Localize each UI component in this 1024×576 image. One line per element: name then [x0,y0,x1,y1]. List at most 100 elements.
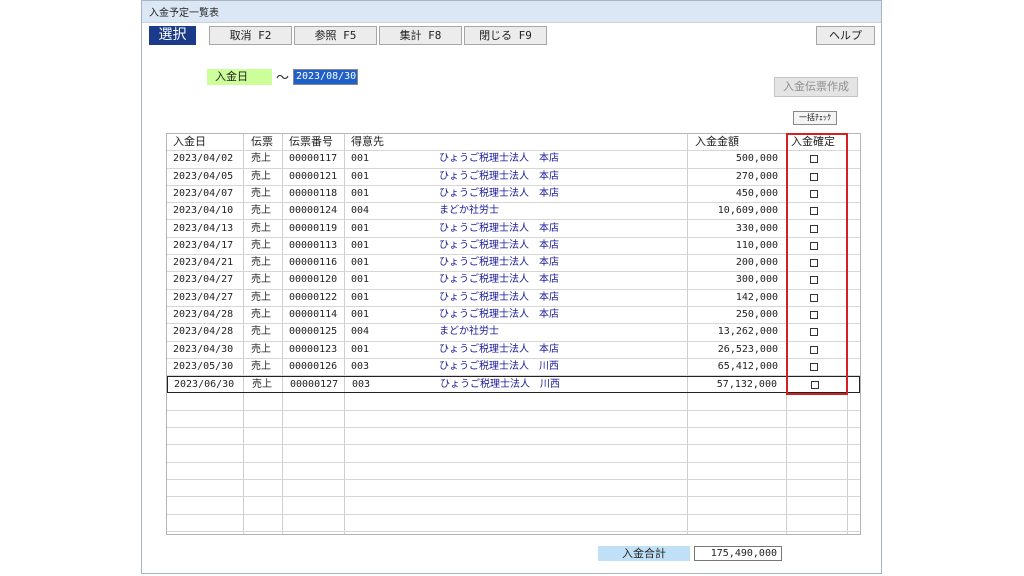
cell-client-code: 001 [351,187,370,199]
empty-table-row [167,480,860,498]
cell-slip-number: 00000121 [289,170,338,182]
cell-client-name: ひょうご税理士法人 本店 [439,291,559,303]
cell-amount: 110,000 [735,239,778,251]
header-amount: 入金金額 [695,135,739,148]
table-row[interactable]: 2023/04/13 売上 00000119 001 ひょうご税理士法人 本店 330,0… [167,221,860,238]
table-row[interactable]: 2023/04/02 売上 00000117 001 ひょうご税理士法人 本店 500,0… [167,151,860,169]
payment-total-label: 入金合計 [598,546,690,561]
cell-client-name: まどか社労士 [439,205,499,217]
cell-slip-type: 売上 [251,205,271,217]
table-row[interactable]: 2023/04/27 売上 00000122 001 ひょうご税理士法人 本店 142,0… [167,290,860,307]
empty-table-row [167,394,860,411]
cell-client-name: ひょうご税理士法人 本店 [439,222,559,234]
cell-slip-number: 00000125 [289,326,338,338]
cell-client-code: 001 [351,291,370,303]
cell-slip-number: 00000119 [289,222,338,234]
cell-client-code: 003 [351,360,370,372]
table-row[interactable]: 2023/04/30 売上 00000123 001 ひょうご税理士法人 本店 26,52… [167,342,860,359]
cell-client-name: ひょうご税理士法人 本店 [439,153,559,165]
cell-client-code: 001 [351,309,370,320]
title-bar: 入金予定一覧表 [142,1,881,23]
cell-payment-date: 2023/04/28 [173,309,234,320]
table-row[interactable]: 2023/05/30 売上 00000126 003 ひょうご税理士法人 川西 65,41… [167,359,860,377]
cell-slip-type: 売上 [251,309,271,320]
cell-amount: 26,523,000 [717,343,778,355]
cell-payment-date: 2023/04/17 [173,239,234,251]
empty-table-row [167,411,860,429]
cell-slip-type: 売上 [251,187,271,199]
payment-total-value: 175,490,000 [694,546,782,561]
header-client: 得意先 [351,135,384,148]
reference-f5-button[interactable]: 参照 F5 [294,26,377,45]
cancel-f2-button[interactable]: 取消 F2 [209,26,292,45]
cell-client-name: ひょうご税理士法人 本店 [439,274,559,286]
cell-payment-date: 2023/04/07 [173,187,234,199]
cell-amount: 142,000 [735,291,778,303]
window-title: 入金予定一覧表 [149,8,219,19]
cell-payment-date: 2023/04/21 [173,257,234,269]
date-range-separator: ～ [276,71,290,86]
table-row[interactable]: 2023/04/05 売上 00000121 001 ひょうご税理士法人 本店 270,0… [167,169,860,186]
payment-schedule-table: 入金日 伝票 伝票番号 得意先 入金金額 入金確定 2023/04/02 売上 00… [166,133,861,535]
table-row[interactable]: 2023/04/21 売上 00000116 001 ひょうご税理士法人 本店 200,0… [167,255,860,273]
cell-client-code: 003 [352,379,371,391]
cell-client-name: ひょうご税理士法人 川西 [439,360,559,372]
cell-payment-date: 2023/04/05 [173,170,234,182]
cell-slip-number: 00000124 [289,205,338,217]
cell-slip-type: 売上 [251,153,271,165]
cell-slip-type: 売上 [251,170,271,182]
cell-amount: 450,000 [735,187,778,199]
cell-slip-number: 00000114 [289,309,338,320]
cell-client-name: ひょうご税理士法人 本店 [439,170,559,182]
close-f9-button[interactable]: 閉じる F9 [464,26,547,45]
cell-payment-date: 2023/04/27 [173,291,234,303]
create-payment-slip-button[interactable]: 入金伝票作成 [774,77,858,97]
cell-slip-type: 売上 [251,326,271,338]
cell-payment-date: 2023/04/10 [173,205,234,217]
cell-client-code: 001 [351,239,370,251]
table-row[interactable]: 2023/04/28 売上 00000114 001 ひょうご税理士法人 本店 250,0… [167,307,860,325]
cell-slip-type: 売上 [251,257,271,269]
cell-slip-number: 00000118 [289,187,338,199]
cell-slip-number: 00000120 [289,274,338,286]
header-payment-date: 入金日 [173,135,206,148]
empty-table-row [167,463,860,480]
table-row[interactable]: 2023/06/30 売上 00000127 003 ひょうご税理士法人 川西 57,13… [167,376,860,394]
cell-slip-type: 売上 [251,343,271,355]
cell-amount: 500,000 [735,153,778,165]
bulk-check-button[interactable]: 一括ﾁｪｯｸ [793,111,837,125]
cell-slip-number: 00000116 [289,257,338,269]
table-row[interactable]: 2023/04/07 売上 00000118 001 ひょうご税理士法人 本店 450,0… [167,186,860,204]
cell-payment-date: 2023/06/30 [174,379,235,391]
cell-amount: 57,132,000 [716,379,777,391]
confirm-column-highlight [786,133,848,395]
cell-slip-type: 売上 [251,360,271,372]
payment-date-input[interactable]: 2023/08/30 [293,69,358,85]
table-header: 入金日 伝票 伝票番号 得意先 入金金額 入金確定 [167,134,860,152]
cell-payment-date: 2023/05/30 [173,360,234,372]
empty-table-row [167,532,860,534]
table-row[interactable]: 2023/04/17 売上 00000113 001 ひょうご税理士法人 本店 110,0… [167,238,860,256]
cell-client-code: 001 [351,222,370,234]
cell-amount: 270,000 [735,170,778,182]
cell-client-name: ひょうご税理士法人 川西 [440,379,560,391]
cell-amount: 65,412,000 [717,360,778,372]
cell-client-code: 001 [351,274,370,286]
cell-amount: 330,000 [735,222,778,234]
cell-slip-number: 00000126 [289,360,338,372]
help-button[interactable]: ヘルプ [816,26,875,45]
cell-amount: 250,000 [735,309,778,320]
table-row[interactable]: 2023/04/27 売上 00000120 001 ひょうご税理士法人 本店 300,0… [167,272,860,290]
empty-table-row [167,497,860,515]
cell-payment-date: 2023/04/30 [173,343,234,355]
cell-client-code: 001 [351,343,370,355]
select-mode-button[interactable]: 選択 [149,26,196,45]
toolbar: 選択 取消 F2 参照 F5 集計 F8 閉じる F9 ヘルプ [142,23,881,47]
table-row[interactable]: 2023/04/28 売上 00000125 004 まどか社労士 13,262,000 [167,324,860,342]
cell-slip-number: 00000123 [289,343,338,355]
aggregate-f8-button[interactable]: 集計 F8 [379,26,462,45]
table-row[interactable]: 2023/04/10 売上 00000124 004 まどか社労士 10,609,000 [167,203,860,221]
cell-client-name: まどか社労士 [439,326,499,338]
cell-slip-type: 売上 [251,291,271,303]
empty-table-row [167,515,860,532]
